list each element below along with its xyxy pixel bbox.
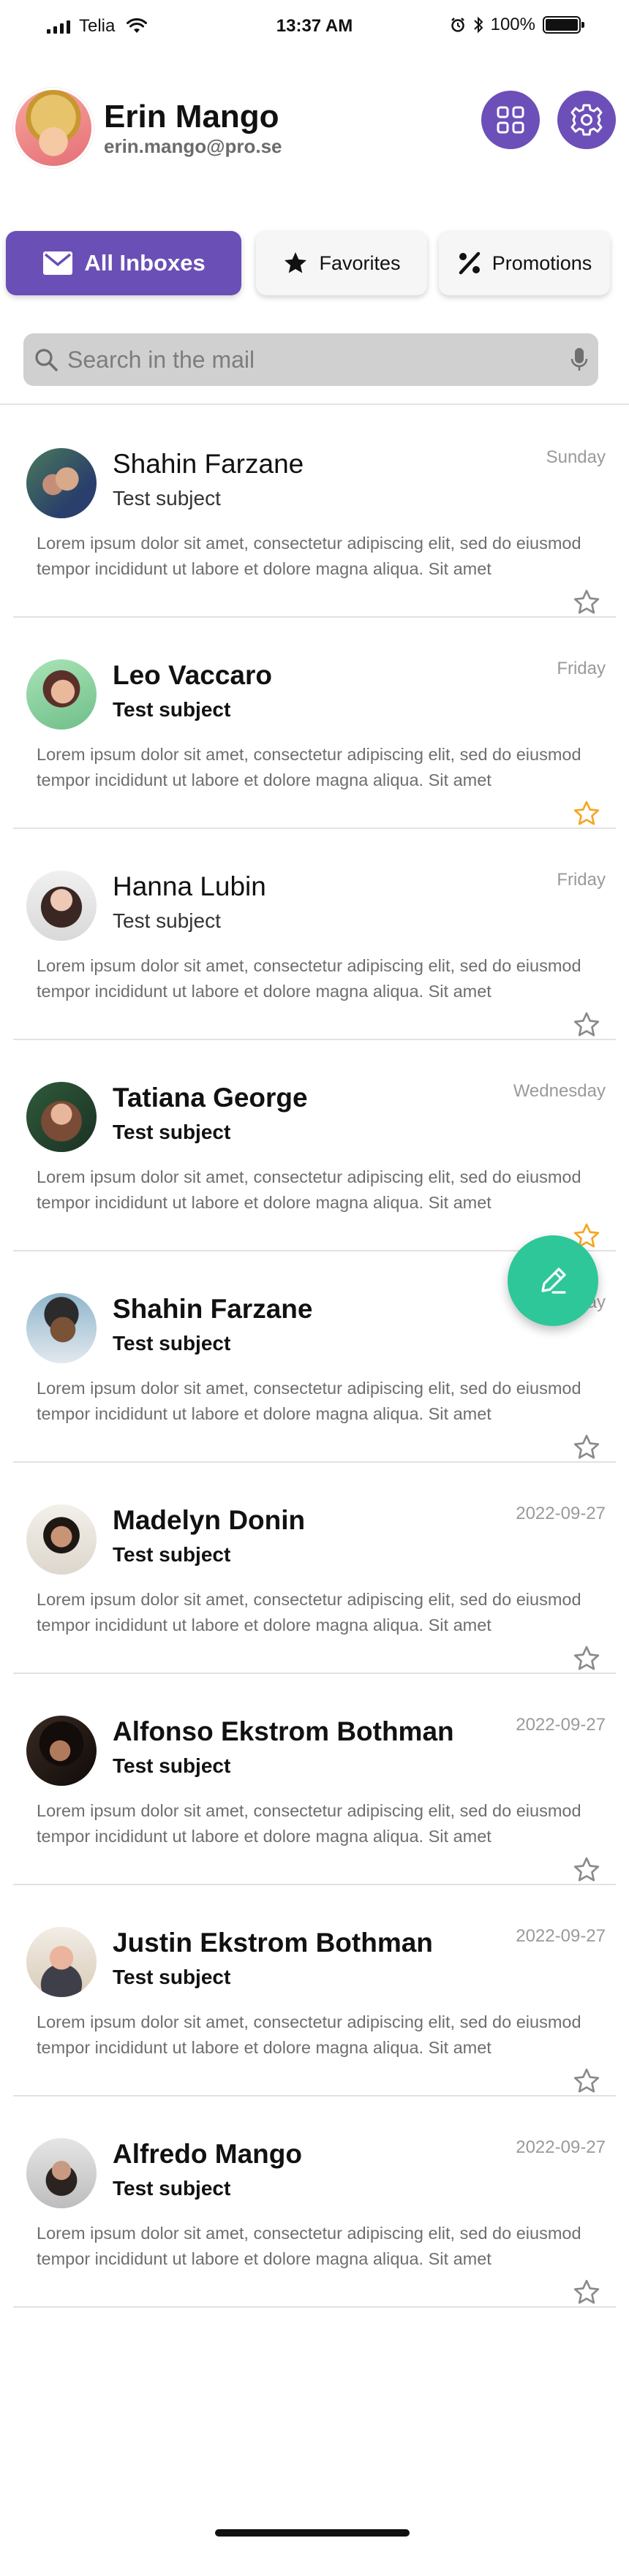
mail-preview: Lorem ipsum dolor sit amet, consectetur … [37, 2012, 581, 2057]
mail-subject: Test subject [113, 1754, 231, 1777]
status-right: 100% [450, 15, 584, 35]
mail-list-item[interactable]: Alfonso Ekstrom Bothman Test subject 2022-… [13, 1674, 616, 1885]
mail-subject: Test subject [113, 1332, 231, 1355]
mail-list-item[interactable]: Shahin Farzane Test subject Sunday Lorem ip… [13, 406, 616, 618]
mail-list-item[interactable]: Alfredo Mango Test subject 2022-09-27 Lorem… [13, 2096, 616, 2308]
apps-button[interactable] [481, 91, 540, 149]
mail-list: Shahin Farzane Test subject Sunday Lorem ip… [13, 406, 616, 2308]
mail-date: Friday [557, 659, 606, 678]
mail-preview: Lorem ipsum dolor sit amet, consectetur … [37, 2224, 581, 2268]
mail-date: Wednesday [513, 1081, 606, 1101]
mail-date: Sunday [546, 447, 606, 467]
avatar [26, 1504, 97, 1575]
mail-list-item[interactable]: Tatiana George Test subject Wednesday Lorem… [13, 1040, 616, 1251]
alarm-icon [451, 18, 464, 32]
mail-list-item[interactable]: Justin Ekstrom Bothman Test subject 2022-0… [13, 1885, 616, 2096]
mail-subject: Test subject [113, 698, 231, 721]
mail-subject: Test subject [113, 2177, 231, 2200]
search-bar[interactable] [23, 333, 598, 386]
tab-promotions[interactable]: Promotions [439, 231, 610, 295]
mail-preview: Lorem ipsum dolor sit amet, consectetur … [37, 745, 581, 789]
profile-header[interactable]: Erin Mango erin.mango@pro.se [13, 88, 282, 168]
mail-sender: Alfredo Mango [113, 2139, 302, 2169]
tab-all-inboxes[interactable]: All Inboxes [6, 231, 241, 295]
star-icon[interactable] [572, 2278, 601, 2307]
mail-list-item[interactable]: Leo Vaccaro Test subject Friday Lorem ipsum… [13, 618, 616, 829]
tab-label: Favorites [319, 251, 401, 274]
mail-sender: Shahin Farzane [113, 449, 304, 479]
microphone-icon[interactable] [570, 346, 588, 373]
gear-icon [570, 104, 603, 136]
profile-email: erin.mango@pro.se [104, 135, 282, 157]
mail-subject: Test subject [113, 487, 221, 509]
tab-favorites[interactable]: Favorites [256, 231, 427, 295]
mail-sender: Hanna Lubin [113, 871, 266, 901]
mail-preview: Lorem ipsum dolor sit amet, consectetur … [37, 534, 581, 578]
envelope-icon [43, 251, 73, 275]
mail-sender: Shahin Farzane [113, 1294, 313, 1324]
mail-date: 2022-09-27 [516, 2137, 606, 2157]
mail-list-item[interactable]: Hanna Lubin Test subject Friday Lorem ipsum… [13, 829, 616, 1040]
settings-button[interactable] [557, 91, 616, 149]
inbox-tabs: All Inboxes Favorites Promotions [6, 231, 623, 295]
mail-preview: Lorem ipsum dolor sit amet, consectetur … [37, 956, 581, 1001]
search-icon [35, 349, 58, 371]
profile-name: Erin Mango [104, 99, 279, 135]
search-input[interactable] [67, 346, 570, 374]
profile-text: Erin Mango erin.mango@pro.se [104, 99, 282, 157]
avatar [26, 659, 97, 730]
avatar [26, 448, 97, 518]
status-bar: Telia 13:37 AM 100% [0, 0, 629, 53]
avatar [26, 1716, 97, 1786]
mail-sender: Madelyn Donin [113, 1505, 306, 1535]
star-icon [285, 252, 307, 273]
mail-subject: Test subject [113, 909, 221, 932]
mail-date: 2022-09-27 [516, 1926, 606, 1946]
avatar [26, 1927, 97, 1997]
mail-subject: Test subject [113, 1966, 231, 1988]
battery-percent: 100% [490, 15, 535, 34]
star-icon[interactable] [572, 799, 601, 828]
tab-label: Promotions [491, 251, 592, 274]
star-icon[interactable] [572, 1010, 601, 1039]
mail-preview: Lorem ipsum dolor sit amet, consectetur … [37, 1801, 581, 1846]
mail-sender: Alfonso Ekstrom Bothman [113, 1716, 454, 1746]
star-icon[interactable] [572, 1644, 601, 1673]
compose-button[interactable] [508, 1235, 598, 1326]
avatar [26, 1082, 97, 1152]
mail-preview: Lorem ipsum dolor sit amet, consectetur … [37, 1167, 581, 1212]
star-icon[interactable] [572, 1855, 601, 1884]
mail-preview: Lorem ipsum dolor sit amet, consectetur … [37, 1590, 581, 1634]
mail-subject: Test subject [113, 1121, 231, 1143]
mail-sender: Leo Vaccaro [113, 660, 273, 690]
mail-preview: Lorem ipsum dolor sit amet, consectetur … [37, 1379, 581, 1423]
avatar[interactable] [13, 88, 94, 168]
divider [0, 404, 629, 405]
battery-icon [543, 16, 584, 34]
mail-date: 2022-09-27 [516, 1504, 606, 1523]
avatar [26, 1293, 97, 1363]
star-icon[interactable] [572, 2067, 601, 2096]
star-icon[interactable] [572, 1433, 601, 1462]
mail-subject: Test subject [113, 1543, 231, 1566]
avatar [26, 871, 97, 941]
percent-icon [459, 251, 480, 275]
pencil-icon [541, 1268, 566, 1294]
mail-list-item[interactable]: Madelyn Donin Test subject 2022-09-27 Lorem… [13, 1463, 616, 1674]
bluetooth-icon [473, 16, 483, 34]
mail-sender: Justin Ekstrom Bothman [113, 1928, 433, 1958]
home-indicator[interactable] [215, 2529, 410, 2537]
grid-icon [497, 106, 524, 134]
star-icon[interactable] [572, 588, 601, 617]
mail-date: Friday [557, 870, 606, 890]
mail-sender: Tatiana George [113, 1083, 308, 1113]
tab-label: All Inboxes [84, 250, 206, 276]
avatar [26, 2138, 97, 2208]
mail-date: 2022-09-27 [516, 1715, 606, 1735]
